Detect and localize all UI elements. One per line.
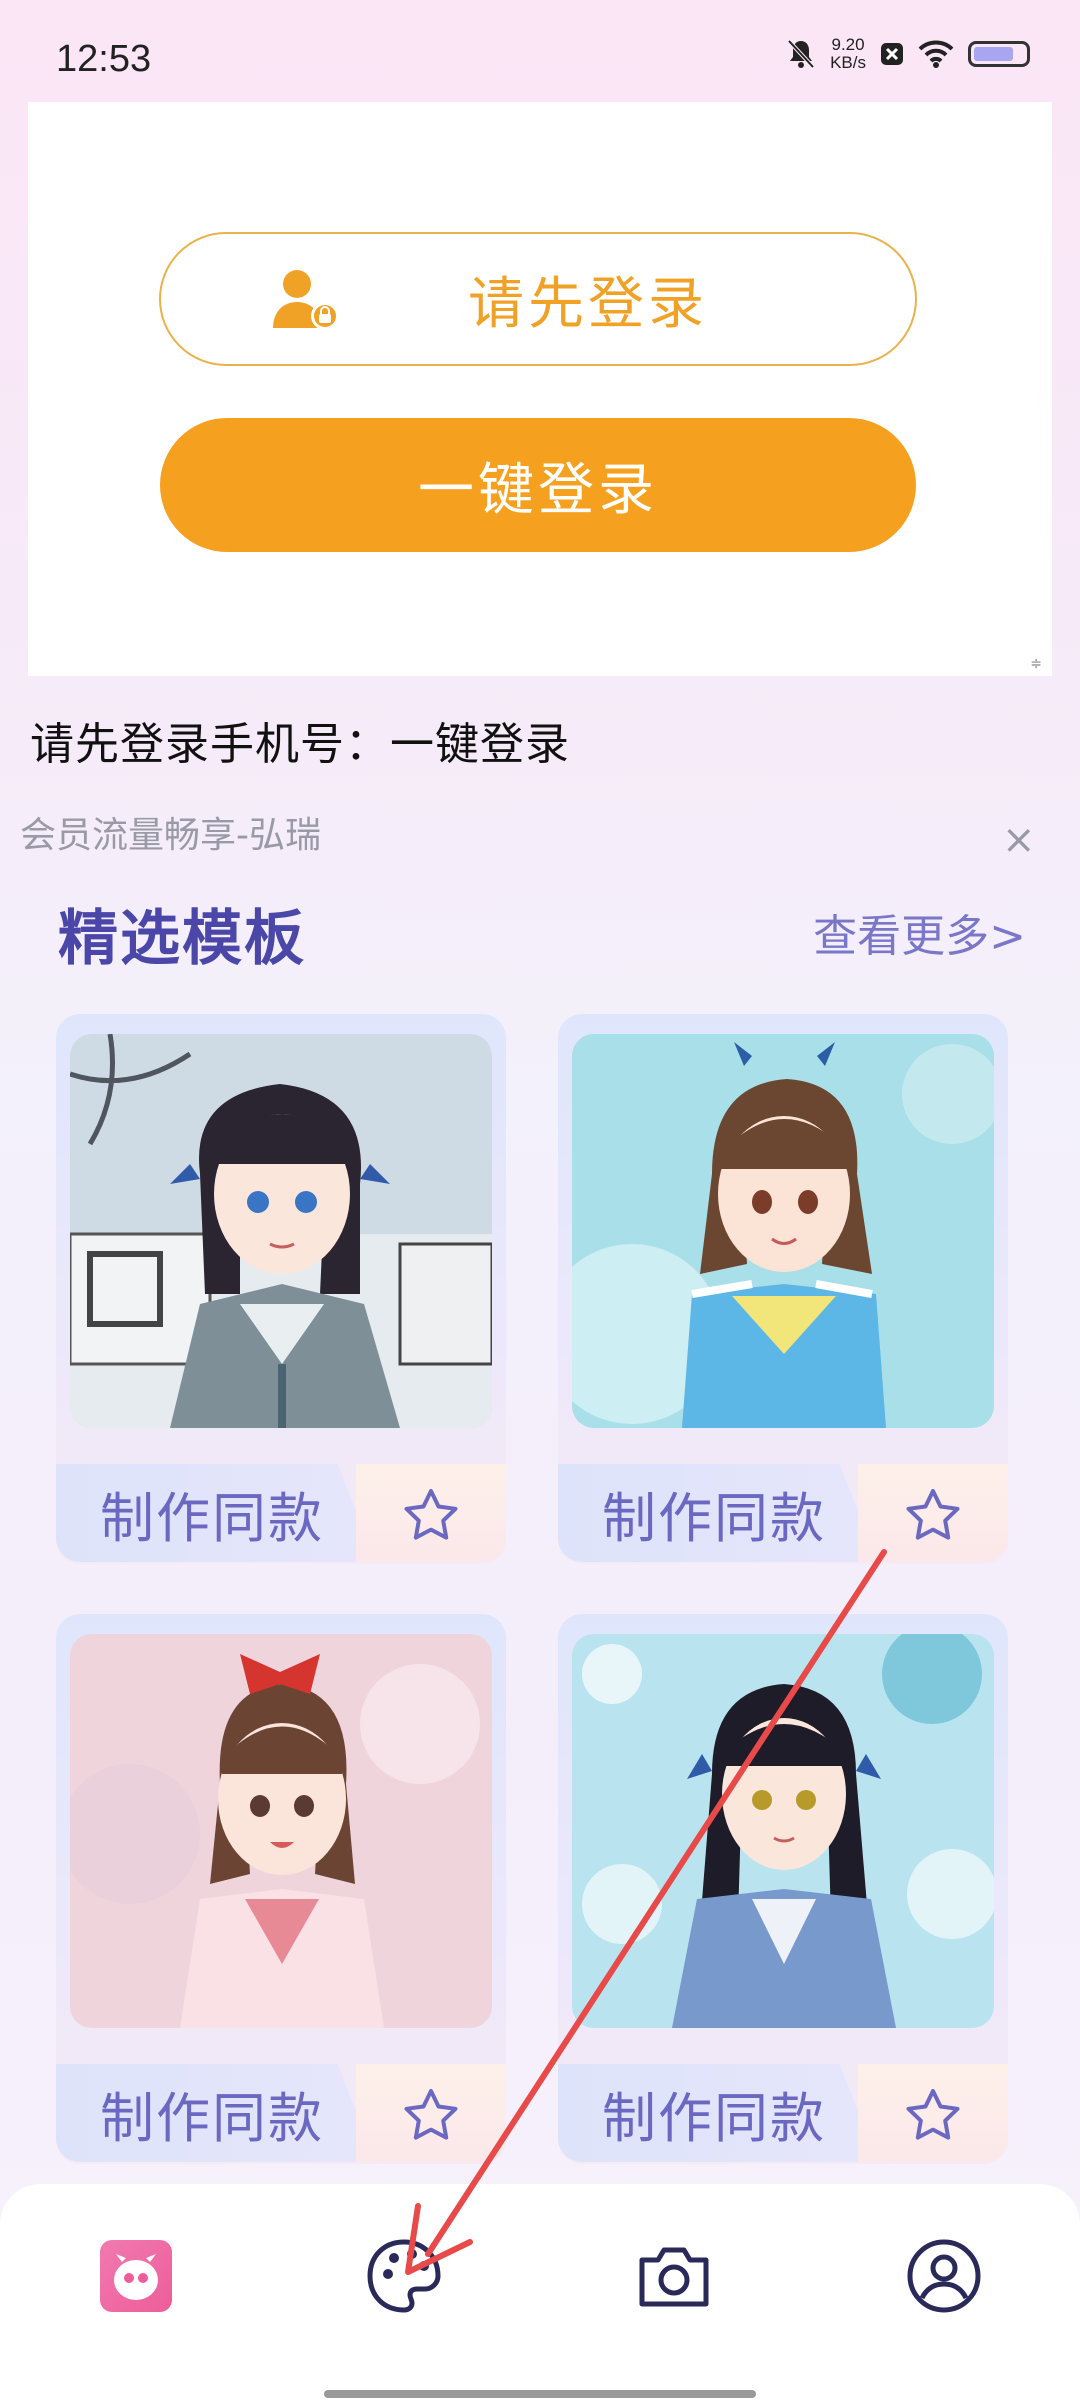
nav-profile[interactable] bbox=[904, 2236, 984, 2316]
template-image-3[interactable] bbox=[70, 1634, 492, 2028]
status-time: 12:53 bbox=[56, 38, 152, 80]
corner-mark-icon: ≑ bbox=[1030, 656, 1042, 672]
template-card-2[interactable]: 制作同款 bbox=[558, 1014, 1008, 1564]
template-card-4[interactable]: 制作同款 bbox=[558, 1614, 1008, 2164]
battery-icon bbox=[968, 41, 1030, 67]
notification-x-icon bbox=[881, 43, 903, 65]
login-hint-text: 请先登录手机号：一键登录 bbox=[30, 719, 570, 770]
bottom-nav bbox=[0, 2184, 1080, 2408]
user-lock-icon bbox=[273, 270, 339, 330]
wifi-icon bbox=[918, 40, 954, 68]
network-speed: 9.20 KB/s bbox=[830, 36, 866, 72]
home-icon bbox=[100, 2240, 172, 2312]
star-icon[interactable] bbox=[906, 1488, 960, 1540]
login-prompt-label: 请先登录 bbox=[468, 271, 708, 337]
login-prompt-button[interactable]: 请先登录 bbox=[159, 232, 917, 366]
star-icon[interactable] bbox=[404, 2088, 458, 2140]
status-icons: 9.20 KB/s bbox=[786, 36, 1030, 72]
section-title: 精选模板 bbox=[58, 904, 306, 974]
template-card-3[interactable]: 制作同款 bbox=[56, 1614, 506, 2164]
login-card: 请先登录 一键登录 ≑ bbox=[28, 102, 1052, 676]
palette-icon bbox=[367, 2239, 441, 2313]
template-image-4[interactable] bbox=[572, 1634, 994, 2028]
make-same-button-2[interactable]: 制作同款 bbox=[558, 1464, 878, 1562]
profile-icon bbox=[907, 2239, 981, 2313]
template-card-1[interactable]: 制作同款 bbox=[56, 1014, 506, 1564]
member-ad-text: 会员流量畅享-弘瑞 bbox=[20, 815, 321, 856]
make-same-button-1[interactable]: 制作同款 bbox=[56, 1464, 376, 1562]
star-icon[interactable] bbox=[906, 2088, 960, 2140]
gesture-home-bar[interactable] bbox=[324, 2390, 756, 2398]
nav-camera[interactable] bbox=[634, 2236, 714, 2316]
nav-templates[interactable] bbox=[364, 2236, 444, 2316]
speed-unit: KB/s bbox=[830, 53, 866, 72]
make-same-button-3[interactable]: 制作同款 bbox=[56, 2064, 376, 2162]
camera-icon bbox=[639, 2247, 709, 2307]
star-icon[interactable] bbox=[404, 1488, 458, 1540]
speed-value: 9.20 bbox=[831, 35, 865, 54]
mute-bell-icon bbox=[787, 39, 815, 69]
template-image-2[interactable] bbox=[572, 1034, 994, 1428]
see-more-link[interactable]: 查看更多> bbox=[813, 900, 1026, 964]
one-key-login-button[interactable]: 一键登录 bbox=[160, 418, 916, 552]
nav-home[interactable] bbox=[96, 2236, 176, 2316]
close-ad-icon[interactable]: × bbox=[1002, 820, 1036, 860]
status-bar: 12:53 9.20 KB/s bbox=[0, 0, 1080, 100]
make-same-button-4[interactable]: 制作同款 bbox=[558, 2064, 878, 2162]
template-image-1[interactable] bbox=[70, 1034, 492, 1428]
